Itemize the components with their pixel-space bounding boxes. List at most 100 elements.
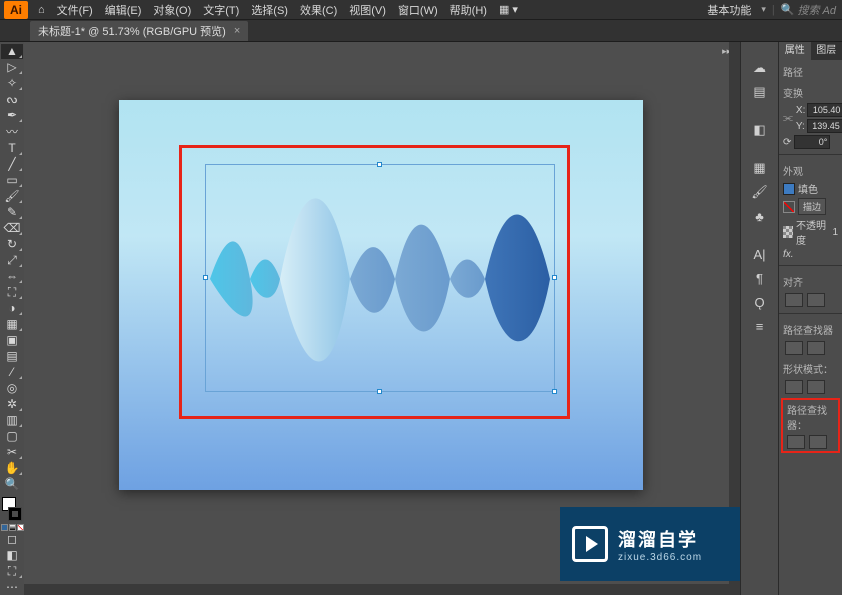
selection-bounding-box[interactable] bbox=[205, 164, 555, 392]
free-transform-tool[interactable]: ⛶ bbox=[1, 285, 23, 300]
angle-field[interactable]: 0° bbox=[794, 135, 830, 149]
stroke-button[interactable]: 描边 bbox=[798, 198, 826, 215]
selection-handle[interactable] bbox=[552, 275, 557, 280]
stroke-swatch-icon[interactable] bbox=[783, 201, 795, 213]
pathfinder-divide-button[interactable] bbox=[787, 435, 805, 449]
scale-tool[interactable]: ⤢ bbox=[1, 253, 23, 268]
right-dock: ☁ ▤ ◧ ▦ 🖌 ♣ A| ¶ Ǫ ≡ bbox=[740, 42, 778, 595]
eraser-tool[interactable]: ⌫ bbox=[1, 221, 23, 236]
shape-mode-minus[interactable] bbox=[807, 380, 825, 394]
menu-type[interactable]: 文字(T) bbox=[197, 2, 245, 18]
main-area: ▲ ▷ ✧ ᔓ ✒ 〰 T ╱ ▭ 🖌 ✎ ⌫ ↻ ⤢ ⇔ ⛶ ◑ ▦ ▣ ▤ … bbox=[0, 42, 842, 595]
menu-file[interactable]: 文件(F) bbox=[51, 2, 99, 18]
search-icon: 🔍 bbox=[781, 3, 795, 16]
opentype-panel-icon[interactable]: Ǫ bbox=[747, 292, 773, 312]
column-graph-tool[interactable]: ▥ bbox=[1, 413, 23, 428]
hand-tool[interactable]: ✋ bbox=[1, 461, 23, 476]
document-icon[interactable]: ▤ bbox=[747, 82, 773, 102]
selection-handle[interactable] bbox=[203, 275, 208, 280]
canvas[interactable]: ▸▸ | bbox=[24, 42, 740, 595]
gradient-tool[interactable]: ▤ bbox=[1, 349, 23, 364]
width-tool[interactable]: ⇔ bbox=[1, 269, 23, 284]
color-panel-icon[interactable]: ◧ bbox=[747, 120, 773, 140]
shape-builder-tool[interactable]: ◑ bbox=[1, 301, 23, 316]
symbols-panel-icon[interactable]: ♣ bbox=[747, 206, 773, 226]
menu-edit[interactable]: 编辑(E) bbox=[99, 2, 148, 18]
x-field[interactable]: 105.40 bbox=[807, 103, 842, 117]
fill-swatch-icon[interactable] bbox=[783, 183, 795, 195]
swatches-panel-icon[interactable]: ▦ bbox=[747, 158, 773, 178]
brushes-panel-icon[interactable]: 🖌 bbox=[747, 182, 773, 202]
scrollbar-horizontal[interactable] bbox=[24, 584, 740, 595]
lasso-tool[interactable]: ᔓ bbox=[1, 92, 23, 107]
color-mode-solid[interactable] bbox=[1, 524, 8, 531]
link-icon[interactable]: ⫘ bbox=[783, 104, 793, 132]
magic-wand-tool[interactable]: ✧ bbox=[1, 76, 23, 91]
slice-tool[interactable]: ✂ bbox=[1, 445, 23, 460]
eyedropper-tool[interactable]: ⁄ bbox=[1, 365, 23, 380]
y-field[interactable]: 139.45 bbox=[807, 119, 842, 133]
line-tool[interactable]: ╱ bbox=[1, 157, 23, 172]
curvature-tool[interactable]: 〰 bbox=[1, 124, 23, 140]
pathfinder-icons-row bbox=[779, 339, 842, 357]
pen-tool[interactable]: ✒ bbox=[1, 108, 23, 123]
selection-handle[interactable] bbox=[377, 162, 382, 167]
fx-row[interactable]: fx. bbox=[779, 248, 842, 261]
overflow-icon[interactable]: ≡ bbox=[747, 316, 773, 336]
menu-bar: Ai ⌂ 文件(F) 编辑(E) 对象(O) 文字(T) 选择(S) 效果(C)… bbox=[0, 0, 842, 20]
document-tab[interactable]: 未标题-1* @ 51.73% (RGB/GPU 预览) × bbox=[30, 21, 248, 41]
paintbrush-tool[interactable]: 🖌 bbox=[1, 189, 23, 204]
zoom-tool[interactable]: 🔍 bbox=[1, 477, 23, 492]
align-hcenter-button[interactable] bbox=[807, 293, 825, 307]
libraries-icon[interactable]: ☁ bbox=[747, 58, 773, 78]
divider bbox=[779, 154, 842, 155]
mesh-tool[interactable]: ▣ bbox=[1, 333, 23, 348]
shape-mode-unite[interactable] bbox=[785, 380, 803, 394]
draw-mode-behind[interactable]: ◧ bbox=[1, 548, 23, 563]
shaper-tool[interactable]: ✎ bbox=[1, 205, 23, 220]
menu-window[interactable]: 窗口(W) bbox=[392, 2, 444, 18]
direct-selection-tool[interactable]: ▷ bbox=[1, 60, 23, 75]
character-panel-icon[interactable]: A| bbox=[747, 244, 773, 264]
artboard-tool[interactable]: ▢ bbox=[1, 429, 23, 444]
paragraph-panel-icon[interactable]: ¶ bbox=[747, 268, 773, 288]
blend-tool[interactable]: ◎ bbox=[1, 381, 23, 396]
align-left-button[interactable] bbox=[785, 293, 803, 307]
menu-help[interactable]: 帮助(H) bbox=[444, 2, 493, 18]
color-mode-gradient[interactable] bbox=[9, 524, 16, 531]
stroke-swatch[interactable] bbox=[8, 507, 22, 521]
pathfinder-trim-button[interactable] bbox=[809, 435, 827, 449]
color-mode-none[interactable] bbox=[17, 524, 24, 531]
draw-mode-normal[interactable]: ◻ bbox=[1, 532, 23, 547]
pathfinder-icon[interactable] bbox=[807, 341, 825, 355]
menu-view[interactable]: 视图(V) bbox=[343, 2, 392, 18]
menu-select[interactable]: 选择(S) bbox=[245, 2, 294, 18]
rectangle-tool[interactable]: ▭ bbox=[1, 173, 23, 188]
chevron-down-icon[interactable]: ▾ bbox=[761, 4, 766, 15]
edit-toolbar[interactable]: ⋯ bbox=[1, 580, 23, 595]
transform-rotate-row: ⟳ 0° bbox=[779, 134, 842, 150]
tab-properties[interactable]: 属性 bbox=[779, 42, 811, 60]
arrange-docs-icon[interactable]: ▦ ▾ bbox=[493, 3, 524, 16]
rotate-tool[interactable]: ↻ bbox=[1, 237, 23, 252]
selection-tool[interactable]: ▲ bbox=[1, 44, 23, 59]
pathfinders-label: 路径查找器： bbox=[787, 402, 834, 435]
search-box[interactable]: 🔍 搜索 Ad bbox=[781, 2, 836, 18]
selection-handle[interactable] bbox=[552, 389, 557, 394]
symbol-sprayer-tool[interactable]: ✲ bbox=[1, 397, 23, 412]
fill-stroke-swatch[interactable] bbox=[2, 497, 22, 521]
tab-layers[interactable]: 图层 bbox=[811, 42, 842, 60]
opacity-value[interactable]: 1 bbox=[832, 227, 838, 238]
workspace-switcher[interactable]: 基本功能 bbox=[703, 2, 755, 18]
section-appearance-header: 外观 bbox=[779, 159, 842, 180]
perspective-tool[interactable]: ▦ bbox=[1, 317, 23, 332]
screen-mode[interactable]: ⛶ bbox=[1, 564, 23, 579]
menu-object[interactable]: 对象(O) bbox=[147, 2, 197, 18]
close-icon[interactable]: × bbox=[234, 25, 240, 37]
home-icon[interactable]: ⌂ bbox=[38, 4, 45, 16]
pathfinder-icon[interactable] bbox=[785, 341, 803, 355]
divider: | bbox=[772, 4, 775, 16]
selection-handle[interactable] bbox=[377, 389, 382, 394]
type-tool[interactable]: T bbox=[1, 141, 23, 156]
menu-effect[interactable]: 效果(C) bbox=[294, 2, 343, 18]
